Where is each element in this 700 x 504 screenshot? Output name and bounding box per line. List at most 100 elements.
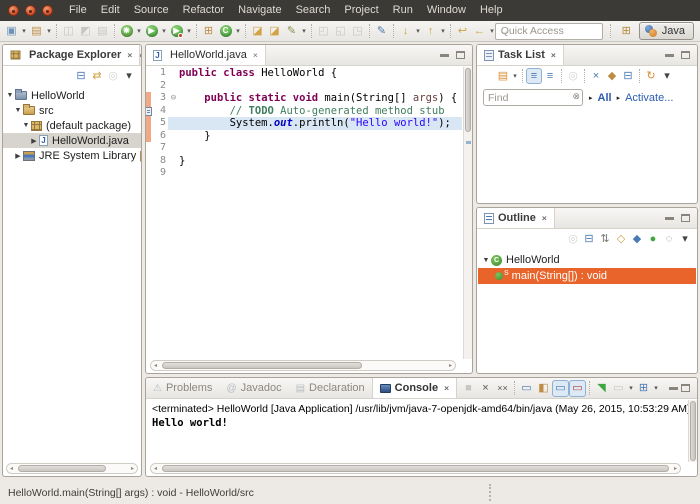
code-line-7[interactable]: 7 xyxy=(146,142,462,155)
hide-static-members-button[interactable]: ◆ xyxy=(629,231,645,247)
open-type-button[interactable]: ◪ xyxy=(249,23,266,40)
minimize-icon[interactable] xyxy=(440,53,449,57)
code-line-4[interactable]: 4 // TODO Auto-generated method stub xyxy=(146,104,462,118)
open-console-button-dropdown[interactable]: ▾ xyxy=(652,384,660,392)
tab-declaration[interactable]: ▤ Declaration xyxy=(289,378,372,398)
line-number[interactable]: 2 xyxy=(151,80,168,93)
find-input[interactable] xyxy=(483,89,583,106)
line-number[interactable]: 5 xyxy=(151,117,168,130)
view-menu-button[interactable]: ▾ xyxy=(677,231,693,247)
hide-local-types-button[interactable]: ◌ xyxy=(661,231,677,247)
clear-console-button[interactable]: ▭ xyxy=(518,380,535,397)
annotate-pencil-button[interactable]: ✎ xyxy=(373,23,390,40)
task-list-link-activate[interactable]: Activate... xyxy=(625,92,673,104)
maximize-icon[interactable] xyxy=(456,51,465,59)
mark-occurrences-button[interactable]: ✎ xyxy=(283,23,300,40)
overview-task-marker[interactable] xyxy=(466,141,471,144)
print-button[interactable]: ▤ xyxy=(94,23,111,40)
outline-tab[interactable]: Outline × xyxy=(477,208,555,228)
line-number[interactable]: 8 xyxy=(151,155,168,168)
debug-button[interactable]: ❋ xyxy=(118,23,135,40)
debug-button-dropdown[interactable]: ▾ xyxy=(135,27,143,35)
run-button[interactable]: ▶ xyxy=(143,23,160,40)
synchronize-button[interactable]: ↻ xyxy=(643,68,659,84)
open-console-button[interactable]: ⊞ xyxy=(635,380,652,397)
line-number[interactable]: 9 xyxy=(151,167,168,180)
close-icon[interactable]: × xyxy=(127,50,132,60)
clear-find-icon[interactable]: ⊗ xyxy=(572,92,580,101)
group-by-category-button[interactable]: ≡ xyxy=(526,68,542,84)
display-selected-console-button[interactable]: ▭ xyxy=(610,380,627,397)
menu-help[interactable]: Help xyxy=(473,0,510,21)
minimize-icon[interactable] xyxy=(665,216,674,220)
code-line-2[interactable]: 2 xyxy=(146,80,462,93)
show-stdout-button[interactable]: ▭ xyxy=(552,379,569,397)
scrollbar-thumb[interactable] xyxy=(162,362,362,369)
editor-tab[interactable]: J HelloWorld.java × xyxy=(146,45,266,65)
collapse-all-button[interactable]: ⊟ xyxy=(581,231,597,247)
menu-refactor[interactable]: Refactor xyxy=(176,0,232,21)
java-perspective-button[interactable]: Java xyxy=(638,22,694,40)
line-number[interactable]: 7 xyxy=(151,142,168,155)
previous-annotation-button[interactable]: ↑ xyxy=(422,23,439,40)
horizontal-scrollbar[interactable]: ◂ ▸ xyxy=(6,463,138,474)
code-line-5[interactable]: 5 System.out.println("Hello world!"); xyxy=(146,117,462,130)
view-menu-button[interactable]: ▾ xyxy=(121,68,137,84)
scrollbar-thumb[interactable] xyxy=(162,465,669,472)
minimize-icon[interactable] xyxy=(140,53,141,57)
minimize-icon[interactable] xyxy=(669,386,678,390)
menu-window[interactable]: Window xyxy=(420,0,473,21)
scroll-lock-button[interactable]: ◧ xyxy=(535,380,552,397)
line-number[interactable]: 4 xyxy=(151,105,168,118)
hide-completed-button[interactable]: × xyxy=(588,68,604,84)
outline-item-main-string-void[interactable]: Smain(String[]) : void xyxy=(478,268,696,284)
menu-file[interactable]: File xyxy=(62,0,94,21)
previous-annotation-button-dropdown[interactable]: ▾ xyxy=(439,27,447,35)
view-menu-button[interactable]: ▾ xyxy=(659,68,675,84)
editor-horizontal-scrollbar[interactable]: ◂ ▸ xyxy=(150,360,456,371)
misc-disabled-button-1[interactable]: ◰ xyxy=(315,23,332,40)
maximize-icon[interactable] xyxy=(681,384,690,392)
tree-item-jre-system-library[interactable]: ▶ JRE System Library[JavaSE-1. xyxy=(3,148,141,163)
new-task-button[interactable]: ▤ xyxy=(495,68,511,84)
last-edit-location-button[interactable]: ↩ xyxy=(454,23,471,40)
next-annotation-button[interactable]: ↓ xyxy=(397,23,414,40)
new-java-class-button[interactable]: C xyxy=(217,23,234,40)
tree-item-src[interactable]: ▼ src xyxy=(3,103,141,118)
scroll-right-icon[interactable]: ▸ xyxy=(446,362,455,369)
new-task-button-dropdown[interactable]: ▾ xyxy=(511,72,519,80)
task-marker-icon[interactable] xyxy=(146,106,152,116)
close-icon[interactable]: × xyxy=(444,383,449,393)
misc-disabled-button-2[interactable]: ◱ xyxy=(332,23,349,40)
code-line-9[interactable]: 9 xyxy=(146,167,462,180)
scroll-right-icon[interactable]: ▸ xyxy=(128,465,137,472)
forward-button[interactable]: → xyxy=(496,23,513,40)
back-button[interactable]: ← xyxy=(471,23,488,40)
save-button[interactable]: ◫ xyxy=(60,23,77,40)
console-output[interactable]: <terminated> HelloWorld [Java Applicatio… xyxy=(146,399,697,429)
run-coverage-button-dropdown[interactable]: ▾ xyxy=(185,27,193,35)
new-java-element-button[interactable]: ▤ xyxy=(28,23,45,40)
menu-run[interactable]: Run xyxy=(386,0,420,21)
window-maximize-button[interactable] xyxy=(42,5,53,16)
code-line-3[interactable]: 3 ⊖ public static void main(String[] args… xyxy=(146,92,462,105)
filter-button[interactable]: ◆ xyxy=(604,68,620,84)
package-explorer-tab[interactable]: Package Explorer × xyxy=(3,45,141,65)
tree-item-helloworld-java[interactable]: ▶ J HelloWorld.java xyxy=(3,133,141,148)
editor-vertical-scrollbar[interactable] xyxy=(463,67,472,359)
code-line-8[interactable]: 8} xyxy=(146,155,462,168)
scroll-left-icon[interactable]: ◂ xyxy=(7,465,16,472)
chevron-down-icon[interactable]: ▼ xyxy=(13,107,23,114)
window-close-button[interactable] xyxy=(8,5,19,16)
hide-non-public-button[interactable]: ● xyxy=(645,231,661,247)
chevron-down-icon[interactable]: ▼ xyxy=(21,122,31,129)
scrollbar-thumb[interactable] xyxy=(18,465,106,472)
task-list-tab[interactable]: Task List × xyxy=(477,45,564,65)
menu-edit[interactable]: Edit xyxy=(94,0,127,21)
open-perspective-button[interactable]: ⊞ xyxy=(618,23,635,40)
run-button-dropdown[interactable]: ▾ xyxy=(160,27,168,35)
tree-item-default-package[interactable]: ▼ (default package) xyxy=(3,118,141,133)
new-java-project-button[interactable]: ⊞ xyxy=(200,23,217,40)
collapse-all-button[interactable]: ⊟ xyxy=(620,68,636,84)
close-icon[interactable]: × xyxy=(542,213,547,223)
